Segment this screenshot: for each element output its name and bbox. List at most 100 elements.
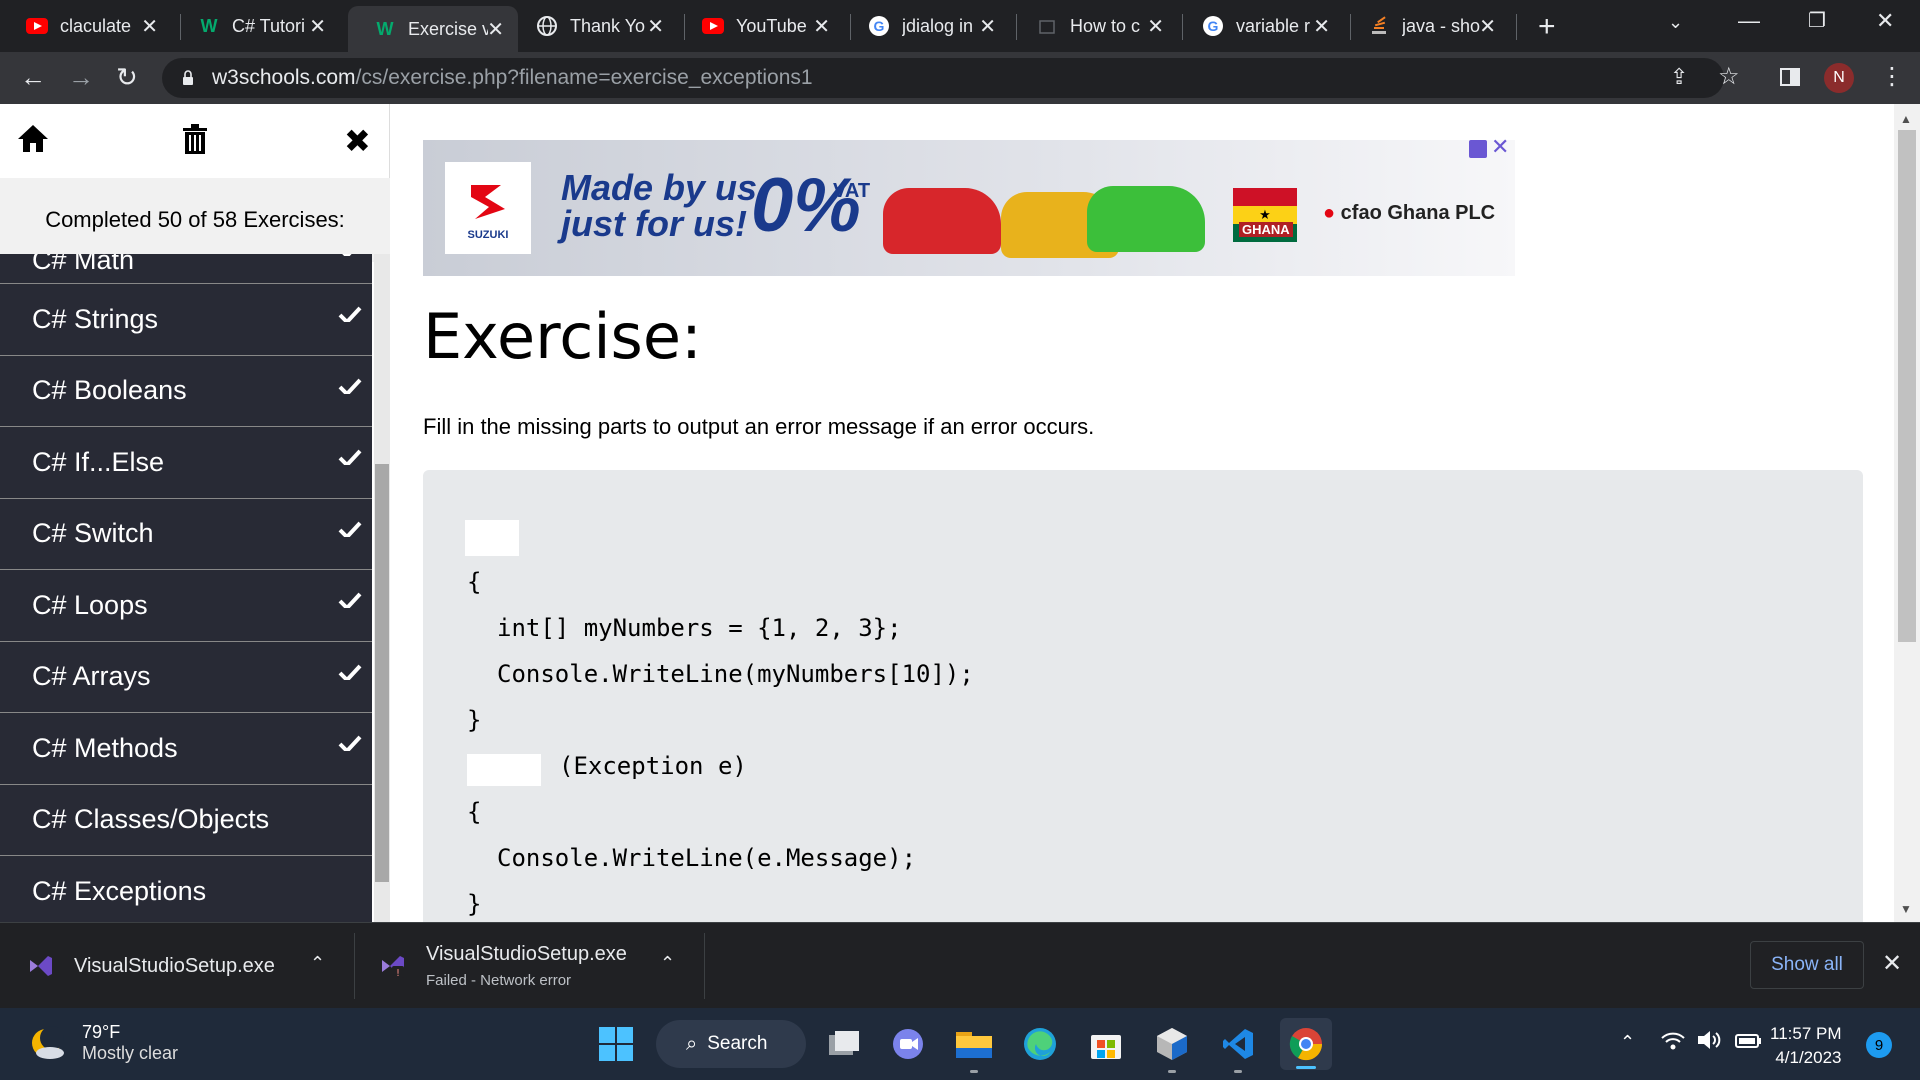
ad-flag-text: GHANA [1239, 222, 1293, 237]
side-panel-icon[interactable] [1780, 68, 1800, 86]
taskbar-search[interactable]: ⌕ Search [656, 1020, 806, 1068]
scroll-down-arrow-icon[interactable]: ▼ [1900, 902, 1912, 916]
sidebar-item-classes-objects[interactable]: C# Classes/Objects [0, 784, 372, 856]
back-arrow-icon[interactable]: ← [20, 62, 46, 93]
sidebar-item-label: C# Math [32, 254, 135, 275]
chevron-up-icon[interactable]: ⌃ [660, 953, 675, 974]
tab-8[interactable]: G variable r ✕ [1176, 8, 1344, 44]
tab-6[interactable]: G jdialog in ✕ [842, 8, 1010, 44]
restore-icon[interactable]: ❐ [1808, 8, 1826, 33]
sidebar-toolbar: ✖ [0, 104, 389, 180]
sidebar-item-loops[interactable]: C# Loops [0, 570, 372, 642]
tab-3-active[interactable]: W Exercise v ✕ [348, 6, 518, 52]
edge-browser-icon[interactable] [1018, 1022, 1062, 1066]
system-clock[interactable]: 11:57 PM 4/1/2023 [1770, 1022, 1842, 1070]
volume-icon[interactable] [1696, 1028, 1724, 1058]
sidebar-item-label: C# Switch [32, 518, 154, 549]
download-item-1[interactable]: VisualStudioSetup.exe ⌃ [26, 923, 346, 1009]
profile-avatar[interactable]: N [1824, 63, 1854, 93]
sidebar-item-booleans[interactable]: C# Booleans [0, 355, 372, 427]
sidebar-item-label: C# Arrays [32, 661, 151, 692]
exercise-sidebar: ✖ Completed 50 of 58 Exercises: C# Math … [0, 104, 390, 922]
tab-7[interactable]: How to c ✕ [1010, 8, 1178, 44]
clock-time: 11:57 PM [1770, 1024, 1842, 1043]
advertisement-banner[interactable]: SUZUKI Made by us, just for us! 0% VAT ★… [423, 140, 1515, 276]
chevron-up-tray-icon[interactable]: ⌃ [1620, 1032, 1635, 1053]
tab-search-chevron-icon[interactable]: ⌄ [1668, 12, 1683, 33]
tab-separator [1516, 14, 1517, 40]
tab-4[interactable]: Thank Yo ✕ [510, 8, 678, 44]
close-tab-icon[interactable]: ✕ [979, 14, 996, 39]
vscode-icon[interactable] [1216, 1022, 1260, 1073]
sidebar-item-strings[interactable]: C# Strings [0, 284, 372, 356]
close-tab-icon[interactable]: ✕ [487, 17, 504, 42]
checkmark-icon [338, 664, 362, 680]
netbeans-icon[interactable] [1150, 1022, 1194, 1073]
sidebar-item-switch[interactable]: C# Switch [0, 498, 372, 570]
close-sidebar-icon[interactable]: ✖ [344, 122, 371, 160]
notification-badge[interactable]: 9 [1866, 1032, 1892, 1058]
code-line: } [467, 890, 482, 918]
menu-kebab-icon[interactable]: ⋮ [1880, 62, 1904, 91]
scroll-up-arrow-icon[interactable]: ▲ [1900, 112, 1912, 126]
share-icon[interactable]: ⇪ [1670, 64, 1688, 90]
sidebar-item-arrays[interactable]: C# Arrays [0, 641, 372, 713]
teams-chat-icon[interactable] [886, 1022, 930, 1066]
try-keyword-input[interactable] [465, 520, 519, 556]
sidebar-item-label: C# Loops [32, 589, 148, 620]
sidebar-item-label: C# Booleans [32, 375, 187, 406]
stackoverflow-icon [1368, 15, 1390, 37]
close-tab-icon[interactable]: ✕ [1479, 14, 1496, 39]
new-tab-icon[interactable]: + [1538, 10, 1556, 44]
close-download-bar-icon[interactable]: ✕ [1882, 949, 1902, 978]
forward-arrow-icon[interactable]: → [68, 62, 94, 93]
taskbar-search-label: Search [707, 1033, 768, 1054]
sidebar-scrollbar-thumb[interactable] [375, 464, 389, 882]
close-tab-icon[interactable]: ✕ [813, 14, 830, 39]
close-tab-icon[interactable]: ✕ [309, 14, 326, 39]
close-tab-icon[interactable]: ✕ [141, 14, 158, 39]
download-item-2[interactable]: ! VisualStudioSetup.exe Failed - Network… [378, 923, 698, 1009]
windows-start-icon[interactable] [594, 1022, 638, 1066]
trash-icon[interactable] [180, 122, 210, 165]
sidebar-item-if-else[interactable]: C# If...Else [0, 427, 372, 499]
show-all-downloads-button[interactable]: Show all [1750, 941, 1864, 989]
tab-9[interactable]: java - sho ✕ [1342, 8, 1510, 44]
adchoices-icon[interactable] [1469, 140, 1487, 158]
task-view-icon[interactable] [822, 1022, 866, 1066]
reload-icon[interactable]: ↻ [116, 62, 138, 93]
download-bar: VisualStudioSetup.exe ⌃ ! VisualStudioSe… [0, 922, 1920, 1008]
tab-5[interactable]: YouTube ✕ [676, 8, 844, 44]
weather-temperature: 79°F [82, 1022, 121, 1042]
microsoft-store-icon[interactable] [1084, 1022, 1128, 1066]
sidebar-item-math[interactable]: C# Math [0, 254, 372, 284]
file-explorer-icon[interactable] [952, 1022, 996, 1073]
battery-icon[interactable] [1734, 1030, 1762, 1056]
catch-keyword-input[interactable] [467, 754, 541, 786]
lock-icon[interactable] [182, 70, 194, 85]
wifi-icon[interactable] [1660, 1030, 1686, 1058]
weather-widget[interactable]: 79°F Mostly clear [28, 1022, 178, 1064]
chevron-up-icon[interactable]: ⌃ [310, 953, 325, 974]
minimize-icon[interactable]: — [1738, 8, 1760, 34]
youtube-icon [702, 15, 724, 37]
sidebar-item-exceptions[interactable]: C# Exceptions [0, 856, 372, 922]
close-tab-icon[interactable]: ✕ [647, 14, 664, 39]
chrome-icon[interactable] [1280, 1018, 1332, 1070]
bookmark-star-icon[interactable]: ☆ [1718, 62, 1740, 91]
home-icon[interactable] [16, 122, 50, 165]
tab-2[interactable]: W C# Tutori ✕ [172, 8, 340, 44]
ad-headline-line-1: Made by us, [561, 167, 768, 208]
windows-taskbar: 79°F Mostly clear ⌕ Search ⌃ 11:57 PM 4/… [0, 1008, 1920, 1080]
download-status: Failed - Network error [426, 972, 572, 989]
page-viewport: ✖ Completed 50 of 58 Exercises: C# Math … [0, 104, 1920, 922]
tab-1[interactable]: claculate ✕ [0, 8, 172, 44]
sidebar-item-methods[interactable]: C# Methods [0, 713, 372, 785]
url-host: w3schools.com [212, 66, 356, 89]
close-tab-icon[interactable]: ✕ [1147, 14, 1164, 39]
close-window-icon[interactable]: ✕ [1876, 8, 1894, 34]
close-tab-icon[interactable]: ✕ [1313, 14, 1330, 39]
close-ad-icon[interactable]: ✕ [1491, 134, 1509, 160]
page-scrollbar-thumb[interactable] [1898, 130, 1916, 642]
url-text[interactable]: w3schools.com/cs/exercise.php?filename=e… [212, 66, 813, 90]
